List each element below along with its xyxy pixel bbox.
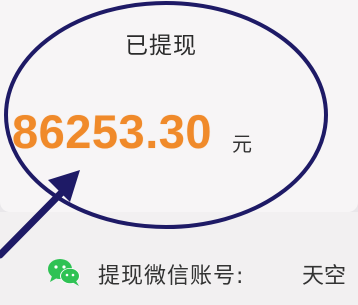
wechat-account-label: 提现微信账号: bbox=[98, 264, 245, 289]
wechat-icon bbox=[48, 259, 80, 286]
currency-unit: 元 bbox=[232, 132, 252, 156]
wechat-account-row: 提现微信账号: 天空 bbox=[0, 252, 358, 292]
wechat-account-value: 天空 bbox=[302, 264, 347, 289]
withdrawn-title: 已提现 bbox=[125, 33, 197, 59]
withdrawal-card: 已提现 86253.30 元 bbox=[0, 0, 358, 212]
withdrawn-amount: 86253.30 bbox=[12, 105, 213, 158]
